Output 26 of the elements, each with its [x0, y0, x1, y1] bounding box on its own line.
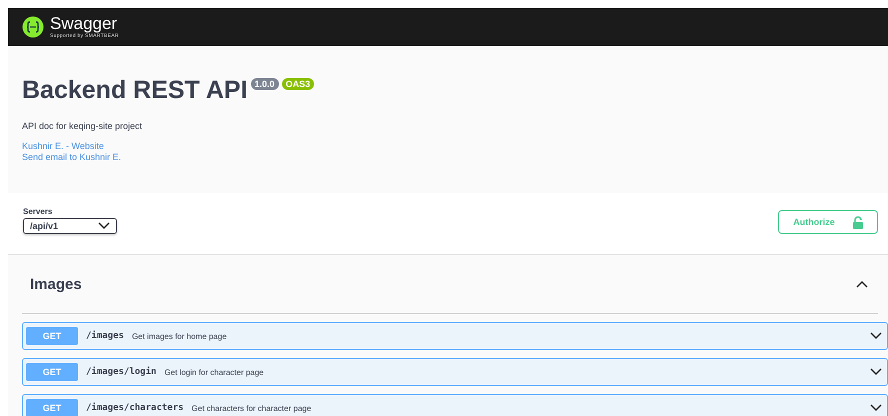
operation-path: /images: [86, 331, 124, 341]
operation-summary: Get images for home page: [132, 332, 228, 340]
chevron-down-icon: [870, 332, 882, 340]
method-badge: GET: [26, 399, 78, 416]
server-select[interactable]: /api/v1: [23, 218, 117, 234]
chevron-up-icon: [856, 280, 868, 288]
operation-path: /images/login: [86, 367, 156, 377]
tag-title[interactable]: Images: [22, 276, 82, 292]
logo-icon: [22, 16, 44, 38]
brand-name: Swagger: [50, 15, 118, 33]
operation-summary: Get login for character page: [164, 368, 265, 376]
api-title: Backend REST API: [22, 76, 248, 105]
chevron-down-icon: [98, 222, 110, 230]
chevron-down-icon: [870, 368, 882, 376]
servers-label: Servers: [23, 207, 54, 216]
operation-summary: Get characters for character page: [192, 404, 312, 412]
method-badge: GET: [26, 327, 78, 345]
spec-badge: OAS3: [282, 78, 314, 90]
method-badge: GET: [26, 363, 78, 381]
operation-row[interactable]: GET /images Get images for home page: [22, 322, 888, 350]
operation-row[interactable]: GET /images/login Get login for character page: [22, 358, 888, 386]
version-badge: 1.0.0: [250, 78, 279, 90]
operation-path: /images/characters: [86, 403, 184, 413]
operation-row[interactable]: GET /images/characters Get characters for character page: [22, 394, 888, 416]
chevron-down-icon: [870, 404, 882, 412]
api-description: API doc for keqing-site project: [22, 121, 144, 131]
